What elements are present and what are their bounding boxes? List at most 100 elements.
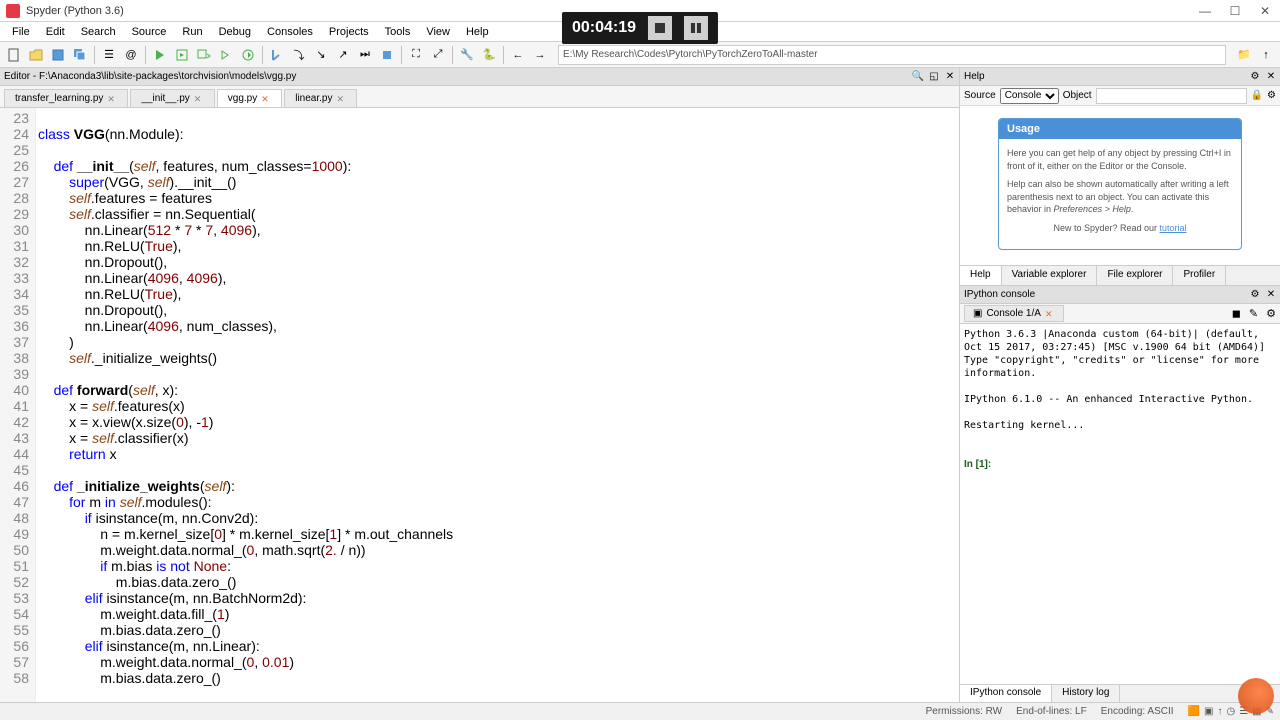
video-pause-icon[interactable] [684,16,708,40]
tab-file-explorer[interactable]: File explorer [1097,266,1173,285]
menu-debug[interactable]: Debug [211,26,259,38]
at-icon[interactable]: @ [121,45,141,65]
run-icon[interactable] [150,45,170,65]
tab-close-icon[interactable]: ✕ [194,94,204,104]
console-pane: IPython console ⚙ ✕ ▣ Console 1/A ✕ ◼ ✎ … [960,286,1280,702]
code-content[interactable]: class VGG(nn.Module): def __init__(self,… [36,108,959,702]
tab-close-icon[interactable]: ✕ [1045,309,1055,319]
code-editor[interactable]: 23 24 25 26 27 28 29 30 31 32 33 34 35 3… [0,108,959,702]
console-edit-icon[interactable]: ✎ [1245,307,1262,320]
step-over-icon[interactable]: ⤵ [289,45,309,65]
video-recorder-overlay: 00:04:19 [562,12,718,44]
menu-edit[interactable]: Edit [38,26,73,38]
preferences-icon[interactable]: 🔧 [457,45,477,65]
open-file-icon[interactable] [26,45,46,65]
run-cell-advance-icon[interactable] [194,45,214,65]
menu-file[interactable]: File [4,26,38,38]
help-header: Help ⚙ ✕ [960,68,1280,86]
tab-transfer-learning[interactable]: transfer_learning.py✕ [4,89,128,107]
run-selection-icon[interactable] [216,45,236,65]
corner-widget-icon[interactable] [1238,678,1274,714]
tutorial-link[interactable]: tutorial [1160,223,1187,233]
tray-icon[interactable]: ▣ [1204,706,1213,717]
undock-icon[interactable]: ◱ [927,70,941,84]
menu-run[interactable]: Run [174,26,210,38]
tray-icon[interactable]: ◷ [1226,706,1235,717]
tray-icon[interactable]: ↑ [1217,706,1222,717]
tab-variable-explorer[interactable]: Variable explorer [1002,266,1098,285]
options-icon[interactable]: ⚙ [1248,70,1262,84]
tab-help[interactable]: Help [960,266,1002,285]
menu-search[interactable]: Search [73,26,124,38]
tab-close-icon[interactable]: ✕ [336,94,346,104]
console-tab-label: Console 1/A [986,308,1040,319]
tab-close-icon[interactable]: ✕ [107,94,117,104]
console-output[interactable]: Python 3.6.3 |Anaconda custom (64-bit)| … [960,324,1280,684]
status-eol: End-of-lines: LF [1016,706,1087,717]
tab-ipython-console[interactable]: IPython console [960,685,1052,702]
lock-icon[interactable]: 🔒 [1251,90,1263,101]
menu-help[interactable]: Help [458,26,497,38]
menu-tools[interactable]: Tools [377,26,419,38]
menu-consoles[interactable]: Consoles [259,26,321,38]
source-label: Source [964,90,996,101]
tab-profiler[interactable]: Profiler [1173,266,1226,285]
menu-source[interactable]: Source [124,26,175,38]
stop-icon[interactable] [377,45,397,65]
object-input[interactable] [1096,88,1247,104]
parent-dir-icon[interactable]: ↑ [1256,45,1276,65]
save-all-icon[interactable] [70,45,90,65]
maximize-button[interactable]: ☐ [1220,0,1250,22]
new-file-icon[interactable] [4,45,24,65]
help-content: Usage Here you can get help of any objec… [960,106,1280,265]
object-label: Object [1063,90,1092,101]
tab-history-log[interactable]: History log [1052,685,1120,702]
window-title: Spyder (Python 3.6) [26,5,124,17]
help-tabs: Help Variable explorer File explorer Pro… [960,265,1280,285]
minimize-button[interactable]: — [1190,0,1220,22]
usage-para1: Here you can get help of any object by p… [1007,147,1233,172]
menu-projects[interactable]: Projects [321,26,377,38]
close-pane-icon[interactable]: ✕ [1264,70,1278,84]
run-cell-icon[interactable] [172,45,192,65]
options-icon[interactable]: ⚙ [1267,90,1276,101]
console-header: IPython console ⚙ ✕ [960,286,1280,304]
tab-init[interactable]: __init__.py✕ [130,89,214,107]
close-button[interactable]: ✕ [1250,0,1280,22]
debug-icon[interactable] [267,45,287,65]
continue-icon[interactable]: ⏭ [355,45,375,65]
rerun-icon[interactable] [238,45,258,65]
console-options-icon[interactable]: ⚙ [1262,307,1280,320]
max-icon[interactable]: ⛶ [406,45,426,65]
tray-icon[interactable]: 🟧 [1188,706,1200,717]
back-icon[interactable]: ← [508,45,528,65]
options-icon[interactable]: ⚙ [1248,288,1262,302]
editor-pane: Editor - F:\Anaconda3\lib\site-packages\… [0,68,960,702]
save-icon[interactable] [48,45,68,65]
step-into-icon[interactable]: ↘ [311,45,331,65]
close-pane-icon[interactable]: ✕ [1264,288,1278,302]
pythonpath-icon[interactable]: 🐍 [479,45,499,65]
browse-tabs-icon[interactable]: 🔍 [911,70,925,84]
editor-header: Editor - F:\Anaconda3\lib\site-packages\… [0,68,959,86]
tab-close-icon[interactable]: ✕ [261,94,271,104]
close-pane-icon[interactable]: ✕ [943,70,957,84]
new-to-spyder: New to Spyder? Read our [1053,223,1159,233]
console-stop-icon[interactable]: ◼ [1228,307,1245,320]
console-tab[interactable]: ▣ Console 1/A ✕ [964,305,1064,322]
status-encoding: Encoding: ASCII [1101,706,1174,717]
editor-path-label: Editor - F:\Anaconda3\lib\site-packages\… [4,71,296,82]
browse-dir-icon[interactable]: 📁 [1234,45,1254,65]
source-select[interactable]: Console [1000,88,1059,104]
outline-icon[interactable]: ☰ [99,45,119,65]
step-out-icon[interactable]: ↗ [333,45,353,65]
menu-view[interactable]: View [418,26,458,38]
working-directory[interactable]: E:\My Research\Codes\Pytorch\PyTorchZero… [558,45,1226,65]
usage-title: Usage [999,119,1241,139]
fullscreen-icon[interactable]: ⤢ [428,45,448,65]
tab-vgg[interactable]: vgg.py✕ [217,89,282,107]
tab-linear[interactable]: linear.py✕ [284,89,357,107]
video-stop-icon[interactable] [648,16,672,40]
forward-icon[interactable]: → [530,45,550,65]
console-tabs: ▣ Console 1/A ✕ ◼ ✎ ⚙ [960,304,1280,324]
